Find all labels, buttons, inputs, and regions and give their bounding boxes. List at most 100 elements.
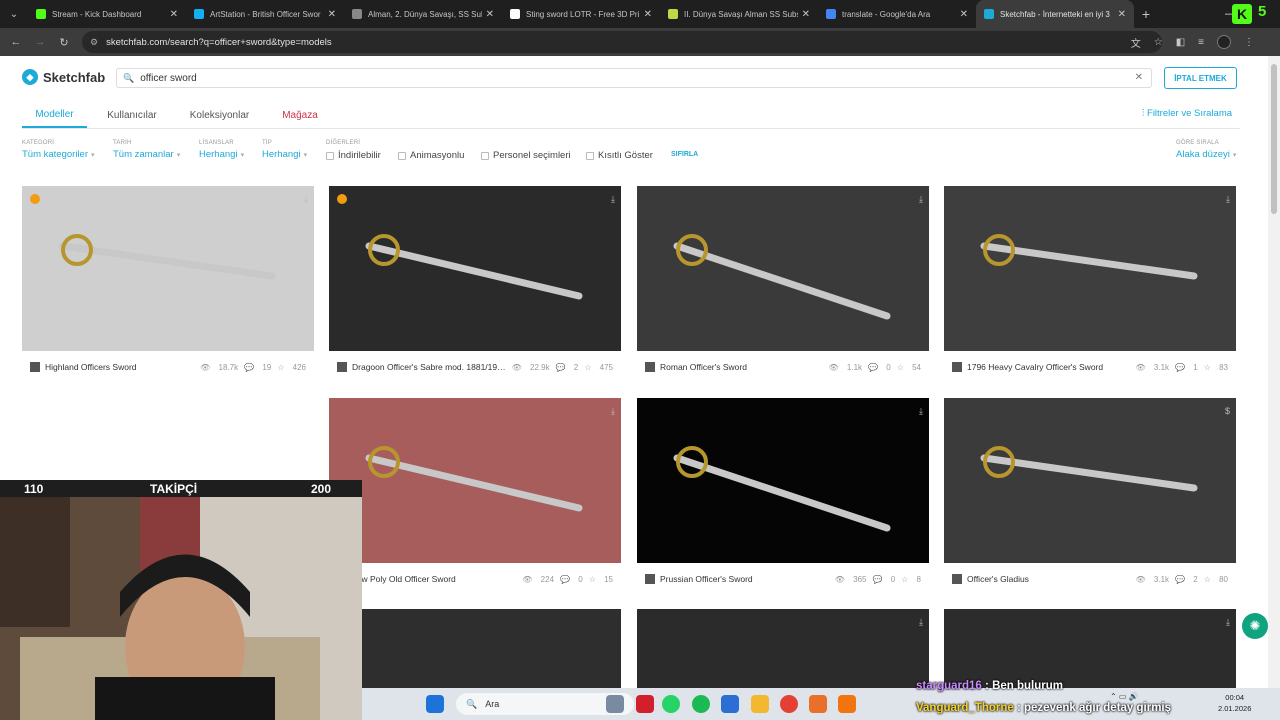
close-tab-icon[interactable]: ✕ bbox=[328, 9, 336, 20]
chrome-icon[interactable] bbox=[780, 695, 798, 713]
tab-collections[interactable]: Koleksiyonlar bbox=[177, 102, 262, 128]
app-icon[interactable] bbox=[838, 695, 856, 713]
likes-icon: ☆ bbox=[896, 362, 904, 372]
tab-favicon bbox=[510, 9, 520, 19]
model-title[interactable]: Low Poly Old Officer Sword bbox=[352, 574, 516, 584]
chatgpt-icon[interactable]: ✺ bbox=[1242, 613, 1268, 639]
model-thumbnail[interactable]: ⤓ bbox=[637, 398, 929, 563]
profile-avatar[interactable] bbox=[1217, 35, 1231, 49]
model-card[interactable]: ⤓ Low Poly Old Officer Sword 👁 224 💬 0 ☆ 15 bbox=[329, 398, 621, 595]
author-avatar[interactable] bbox=[30, 362, 40, 372]
close-tab-icon[interactable]: ✕ bbox=[486, 9, 494, 20]
license-filter[interactable]: LİSANSLAR Herhangi ▾ bbox=[199, 140, 244, 160]
model-title[interactable]: 1796 Heavy Cavalry Officer's Sword bbox=[967, 362, 1130, 372]
browser-tab[interactable]: Sketchfab - İnternetteki en iyi 3 ✕ bbox=[976, 0, 1134, 28]
close-tab-icon[interactable]: ✕ bbox=[170, 9, 178, 20]
model-thumbnail[interactable]: ⤓ bbox=[329, 398, 621, 563]
mail-icon[interactable] bbox=[721, 695, 739, 713]
model-thumbnail[interactable]: ⤓ bbox=[637, 186, 929, 351]
tab-users[interactable]: Kullanıcılar bbox=[87, 102, 177, 128]
forward-icon[interactable]: → bbox=[28, 36, 52, 48]
browser-tab[interactable]: II. Dünya Savaşı Alman SS Subs ✕ bbox=[660, 0, 818, 28]
browser-tab[interactable]: Alman, 2. Dünya Savaşı, SS Sub ✕ bbox=[344, 0, 502, 28]
close-tab-icon[interactable]: ✕ bbox=[802, 9, 810, 20]
comments-count: 0 bbox=[886, 362, 891, 372]
browser-tab[interactable]: translate - Google'da Ara ✕ bbox=[818, 0, 976, 28]
views-icon: 👁 bbox=[828, 362, 839, 372]
model-card[interactable]: ⤓ Prussian Officer's Sword 👁 365 💬 0 ☆ 8 bbox=[637, 398, 929, 595]
model-card[interactable]: ⤓ Highland Officers Sword 👁 18.7k 💬 19 ☆ 426 bbox=[22, 186, 314, 383]
model-card[interactable]: ⤓ bbox=[944, 609, 1236, 688]
close-tab-icon[interactable]: ✕ bbox=[644, 9, 652, 20]
app-icon[interactable] bbox=[636, 695, 654, 713]
animated-checkbox[interactable]: Animasyonlu bbox=[398, 150, 464, 161]
author-avatar[interactable] bbox=[645, 362, 655, 372]
translate-icon[interactable]: 文 bbox=[1131, 35, 1141, 50]
site-info-icon[interactable]: ⚙ bbox=[90, 37, 98, 48]
close-tab-icon[interactable]: ✕ bbox=[960, 9, 968, 20]
tab-store[interactable]: Mağaza bbox=[262, 102, 338, 128]
model-title[interactable]: Officer's Gladius bbox=[967, 574, 1130, 584]
model-thumbnail[interactable]: ⤓ bbox=[22, 186, 314, 351]
model-card[interactable] bbox=[329, 609, 621, 688]
restricted-checkbox[interactable]: Kısıtlı Göster bbox=[586, 150, 653, 161]
new-tab-button[interactable]: + bbox=[1134, 6, 1158, 22]
model-card[interactable]: ⤓ 1796 Heavy Cavalry Officer's Sword 👁 3.1… bbox=[944, 186, 1236, 383]
model-card[interactable]: ⤓ bbox=[637, 609, 929, 688]
search-input[interactable] bbox=[140, 72, 1121, 84]
author-avatar[interactable] bbox=[337, 362, 347, 372]
staff-picks-checkbox[interactable]: Personel seçimleri bbox=[481, 150, 571, 161]
app-icon[interactable] bbox=[809, 695, 827, 713]
windows-start-icon[interactable] bbox=[426, 695, 444, 713]
model-title[interactable]: Prussian Officer's Sword bbox=[660, 574, 829, 584]
close-tab-icon[interactable]: ✕ bbox=[1118, 9, 1126, 20]
download-icon[interactable]: ⤓ bbox=[1226, 617, 1230, 628]
tab-models[interactable]: Modeller bbox=[22, 102, 87, 128]
page-scrollbar[interactable] bbox=[1268, 56, 1280, 688]
downloadable-checkbox[interactable]: İndirilebilir bbox=[326, 150, 381, 161]
extensions-icon[interactable]: ◧ bbox=[1176, 37, 1185, 48]
reload-icon[interactable]: ↻ bbox=[52, 36, 76, 49]
cancel-search-button[interactable]: İPTAL ETMEK bbox=[1164, 67, 1237, 89]
menu-icon[interactable]: ⋮ bbox=[1244, 37, 1254, 48]
sort-filter[interactable]: GÖRE SIRALA Alaka düzeyi ▾ bbox=[1176, 140, 1236, 160]
author-avatar[interactable] bbox=[645, 574, 655, 584]
back-icon[interactable]: ← bbox=[4, 36, 28, 48]
download-icon[interactable]: ⤓ bbox=[919, 617, 923, 628]
others-filter-group: DİĞERLERİ bbox=[326, 140, 360, 146]
model-card[interactable]: $ Officer's Gladius 👁 3.1k 💬 2 ☆ 80 bbox=[944, 398, 1236, 595]
model-card[interactable]: ⤓ Roman Officer's Sword 👁 1.1k 💬 0 ☆ 54 bbox=[637, 186, 929, 383]
model-card[interactable]: ⤓ Dragoon Officer's Sabre mod. 1881/1909 … bbox=[329, 186, 621, 383]
browser-tab[interactable]: Sting sword LOTR - Free 3D Pri ✕ bbox=[502, 0, 660, 28]
category-filter[interactable]: KATEGORİ Tüm kategoriler ▾ bbox=[22, 140, 95, 160]
tab-search-icon[interactable]: ⌄ bbox=[0, 0, 28, 28]
comments-count: 2 bbox=[1193, 574, 1198, 584]
author-avatar[interactable] bbox=[952, 574, 962, 584]
type-filter-label: TİP bbox=[262, 140, 272, 146]
model-thumbnail[interactable]: ⤓ bbox=[329, 186, 621, 351]
spotify-icon[interactable] bbox=[692, 695, 710, 713]
model-thumbnail[interactable]: ⤓ bbox=[944, 186, 1236, 351]
browser-tab[interactable]: Stream - Kick Dashboard ✕ bbox=[28, 0, 186, 28]
clear-search-icon[interactable]: ✕ bbox=[1135, 72, 1143, 83]
author-avatar[interactable] bbox=[952, 362, 962, 372]
filters-and-sort-link[interactable]: ⫶ Filtreler ve Sıralama bbox=[1142, 108, 1232, 119]
model-title[interactable]: Highland Officers Sword bbox=[45, 362, 194, 372]
model-title[interactable]: Dragoon Officer's Sabre mod. 1881/1909 .… bbox=[352, 362, 506, 372]
reset-filters-button[interactable]: SIFIRLA bbox=[671, 151, 698, 158]
type-filter[interactable]: TİP Herhangi ▾ bbox=[262, 140, 307, 160]
bookmark-star-icon[interactable]: ☆ bbox=[1154, 37, 1163, 48]
task-view-icon[interactable] bbox=[606, 695, 624, 713]
file-explorer-icon[interactable] bbox=[751, 695, 769, 713]
chevron-down-icon: ▾ bbox=[240, 152, 245, 159]
taskbar-clock[interactable]: 00:04 2.01.2026 bbox=[1218, 692, 1251, 714]
model-title[interactable]: Roman Officer's Sword bbox=[660, 362, 823, 372]
sketchfab-logo[interactable]: ◆ Sketchfab bbox=[22, 69, 105, 85]
omnibox[interactable]: ⚙ sketchfab.com/search?q=officer+sword&t… bbox=[82, 31, 1162, 53]
reading-list-icon[interactable]: ≡ bbox=[1198, 37, 1204, 48]
browser-tab[interactable]: ArtStation - British Officer Swor ✕ bbox=[186, 0, 344, 28]
model-thumbnail[interactable]: $ bbox=[944, 398, 1236, 563]
whatsapp-icon[interactable] bbox=[662, 695, 680, 713]
date-filter[interactable]: TARİH Tüm zamanlar ▾ bbox=[113, 140, 180, 160]
system-tray[interactable]: ⌃ ▭ 🔊 bbox=[1110, 692, 1139, 701]
